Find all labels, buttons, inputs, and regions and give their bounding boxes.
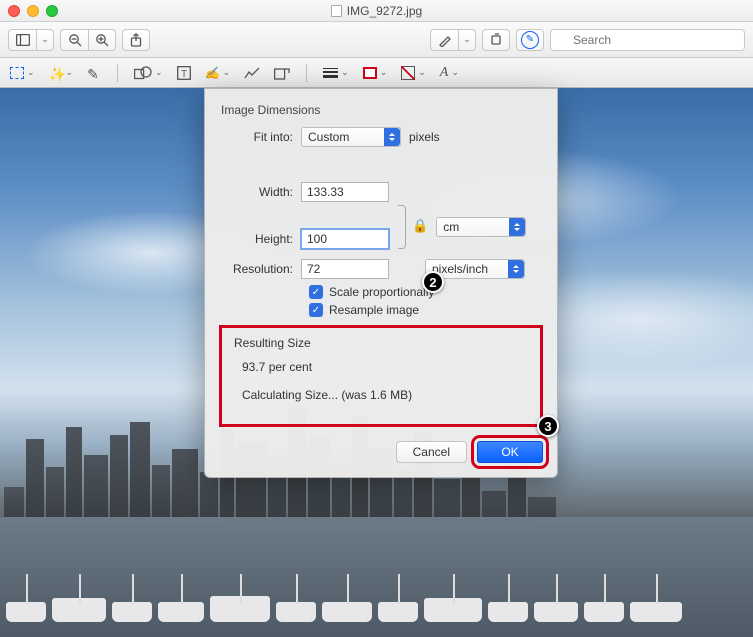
resolution-input[interactable]: 72: [301, 259, 389, 279]
toolbar-separator: [117, 64, 118, 82]
adjust-size-dialog: Image Dimensions Fit into: Custom pixels…: [204, 88, 558, 478]
markup-toggle-button[interactable]: ✎: [516, 29, 544, 51]
resulting-size-box: Resulting Size 93.7 per cent Calculating…: [219, 325, 543, 427]
width-label: Width:: [219, 185, 301, 199]
select-arrows-icon: [508, 260, 524, 278]
ok-button-label: OK: [501, 445, 518, 459]
dimension-unit-value: cm: [443, 220, 459, 234]
document-icon: [331, 5, 342, 17]
main-toolbar: ⌄ ⌄ ✎: [0, 22, 753, 58]
highlight-menu-button[interactable]: ⌄: [458, 29, 476, 51]
toolbar-separator: [306, 64, 307, 82]
cancel-button[interactable]: Cancel: [396, 441, 467, 463]
rotate-button[interactable]: [482, 29, 510, 51]
cancel-button-label: Cancel: [413, 445, 450, 459]
fullscreen-window-button[interactable]: [46, 5, 58, 17]
svg-text:T: T: [181, 69, 187, 80]
boats-area: [0, 532, 753, 622]
height-input[interactable]: 100: [301, 229, 389, 249]
window-controls: [8, 5, 58, 17]
line-style-button[interactable]: ⌄: [323, 67, 349, 78]
resulting-size-percent: 93.7 per cent: [242, 360, 530, 374]
share-button[interactable]: [122, 29, 150, 51]
resolution-value: 72: [307, 262, 320, 276]
sidebar-menu-button[interactable]: ⌄: [36, 29, 54, 51]
fitinto-label: Fit into:: [219, 130, 301, 144]
annotation-callout-3: 3: [537, 415, 559, 437]
close-window-button[interactable]: [8, 5, 20, 17]
shapes-button[interactable]: ⌄: [134, 66, 163, 80]
draw-tool-button[interactable]: ✎: [87, 66, 101, 80]
select-arrows-icon: [509, 218, 525, 236]
minimize-window-button[interactable]: [27, 5, 39, 17]
scale-proportionally-label: Scale proportionally: [329, 285, 434, 299]
sign-button[interactable]: ✍⌄: [205, 66, 231, 80]
lock-icon: 🔒: [412, 218, 428, 234]
constrain-bracket-icon: [398, 205, 406, 249]
resample-image-label: Resample image: [329, 303, 419, 317]
instant-alpha-button[interactable]: ✨⌄: [49, 66, 74, 80]
text-style-button[interactable]: A⌄: [440, 65, 459, 81]
fitinto-value: Custom: [308, 130, 349, 144]
annotation-callout-2: 2: [422, 271, 444, 293]
highlight-button[interactable]: [430, 29, 458, 51]
border-color-button[interactable]: ⌄: [363, 67, 388, 79]
resolution-label: Resolution:: [219, 262, 301, 276]
fill-color-button[interactable]: ⌄: [401, 66, 426, 80]
dimension-unit-select[interactable]: cm: [436, 217, 526, 237]
fitinto-select[interactable]: Custom: [301, 127, 401, 147]
dialog-section-title: Image Dimensions: [221, 103, 543, 117]
search-input[interactable]: [550, 29, 745, 51]
zoom-in-button[interactable]: [88, 29, 116, 51]
resulting-size-status: Calculating Size... (was 1.6 MB): [242, 388, 530, 402]
fitinto-unit: pixels: [409, 130, 440, 144]
height-value: 100: [307, 232, 327, 246]
height-label: Height:: [219, 232, 301, 246]
sidebar-toggle-button[interactable]: [8, 29, 36, 51]
adjust-size-button[interactable]: [274, 66, 290, 80]
width-input[interactable]: 133.33: [301, 182, 389, 202]
zoom-out-button[interactable]: [60, 29, 88, 51]
scale-proportionally-checkbox[interactable]: ✓: [309, 285, 323, 299]
adjust-color-button[interactable]: [244, 67, 260, 79]
text-tool-button[interactable]: T: [177, 66, 191, 80]
resulting-size-title: Resulting Size: [234, 336, 530, 350]
markup-toolbar: ⌄ ✨⌄ ✎ ⌄ T ✍⌄ ⌄ ⌄ ⌄ A⌄: [0, 58, 753, 88]
selection-tool-button[interactable]: ⌄: [10, 67, 35, 79]
window-titlebar: IMG_9272.jpg: [0, 0, 753, 22]
window-title: IMG_9272.jpg: [347, 4, 422, 18]
ok-button[interactable]: OK: [477, 441, 543, 463]
resample-image-checkbox[interactable]: ✓: [309, 303, 323, 317]
select-arrows-icon: [384, 128, 400, 146]
width-value: 133.33: [307, 185, 344, 199]
